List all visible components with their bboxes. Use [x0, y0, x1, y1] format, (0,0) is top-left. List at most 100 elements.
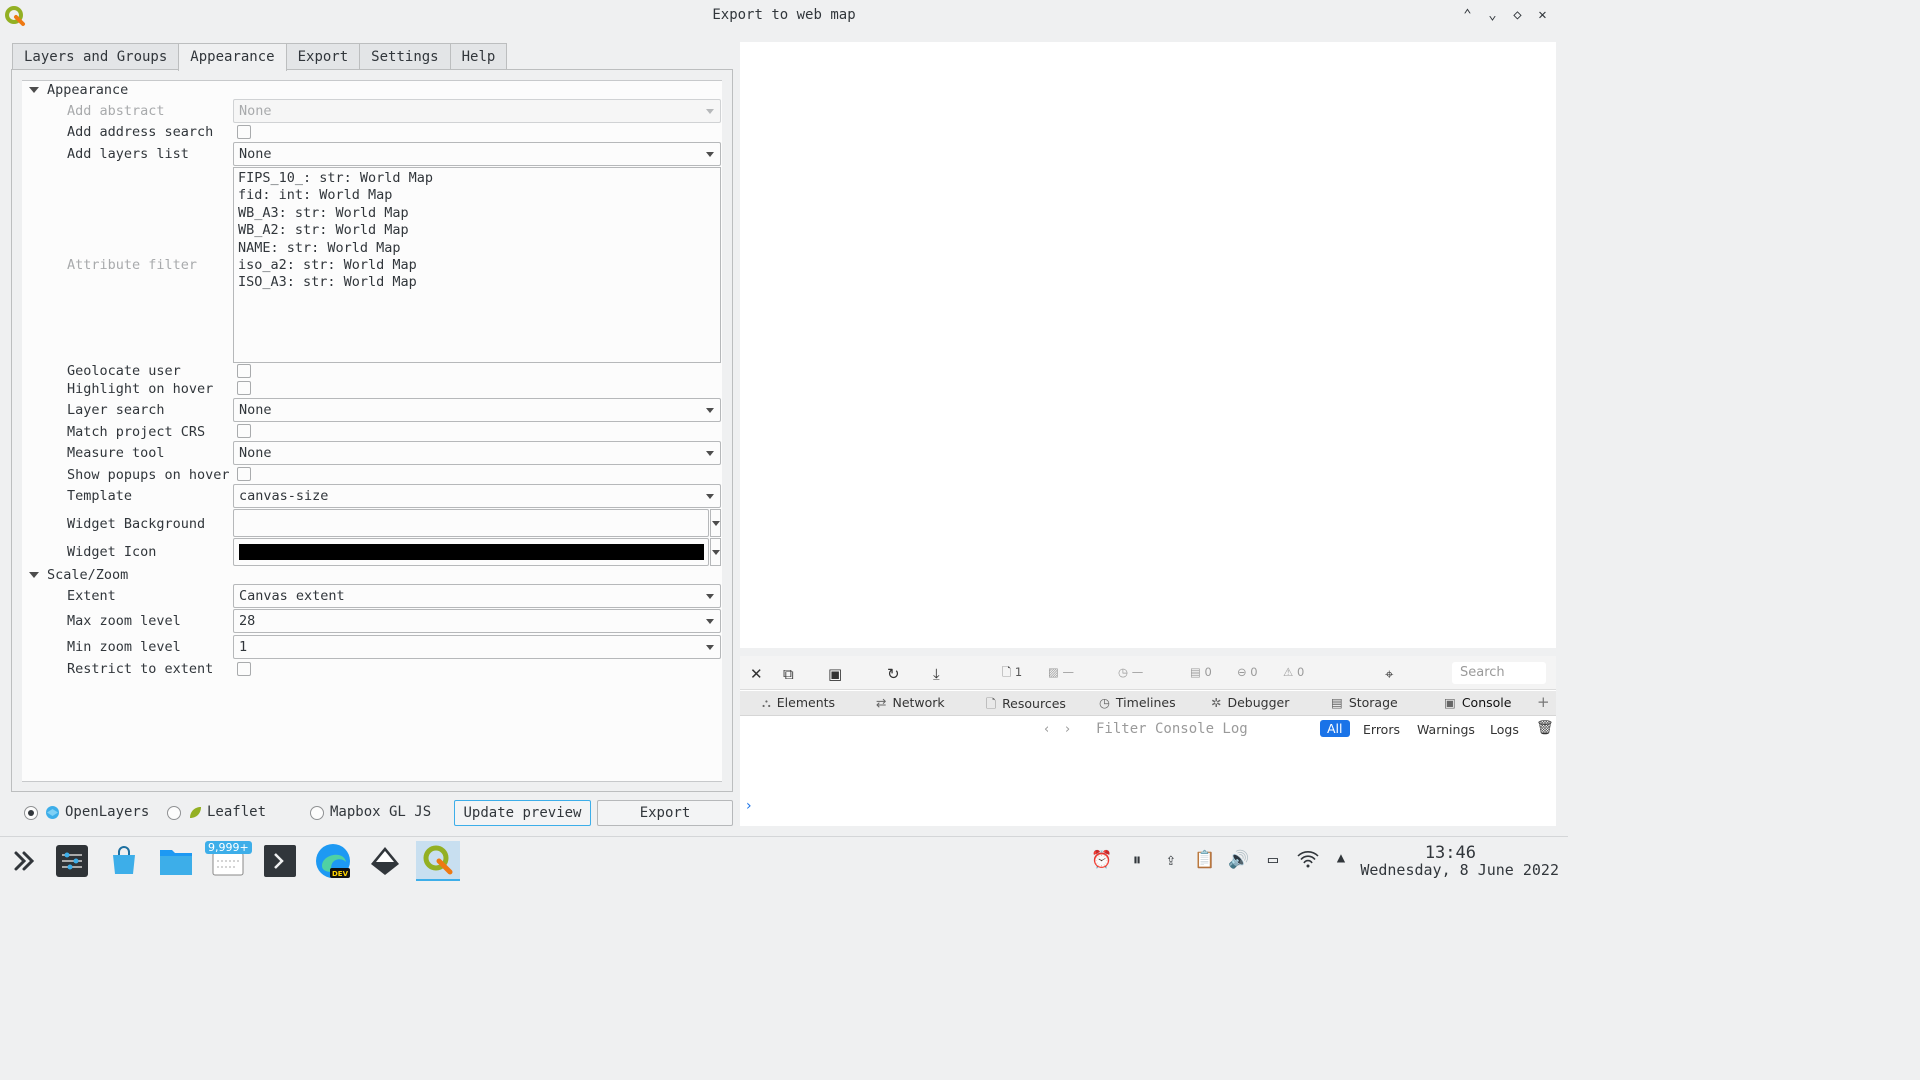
taskbar-qgis[interactable] — [416, 841, 460, 881]
min-zoom-value: 1 — [239, 639, 248, 655]
taskbar-system-settings[interactable] — [50, 841, 94, 881]
list-item[interactable]: FIPS_10_: str: World Map — [238, 170, 716, 187]
list-item[interactable]: iso_a2: str: World Map — [238, 257, 716, 274]
list-item[interactable]: WB_A2: str: World Map — [238, 222, 716, 239]
wifi-icon[interactable] — [1297, 850, 1319, 872]
show-popups-on-hover-checkbox[interactable] — [237, 467, 251, 481]
taskbar-inkscape[interactable] — [363, 841, 407, 881]
tab-storage[interactable]: ▤ Storage — [1331, 695, 1398, 710]
update-preview-button[interactable]: Update preview — [454, 800, 591, 826]
images-count[interactable]: ▨ — — [1048, 665, 1074, 679]
level-warnings[interactable]: Warnings — [1417, 722, 1475, 737]
leaflet-radio[interactable] — [167, 806, 181, 820]
add-layers-list-value: None — [239, 146, 272, 162]
warnings-count[interactable]: ⚠ 0 — [1283, 665, 1304, 679]
list-item[interactable]: ISO_A3: str: World Map — [238, 274, 716, 291]
trash-icon[interactable]: 🗑 — [1536, 720, 1554, 736]
widget-background-color-button[interactable] — [233, 509, 709, 537]
battery-icon[interactable]: ▭ — [1262, 850, 1284, 872]
openlayers-label[interactable]: OpenLayers — [65, 804, 149, 820]
collapse-scale-zoom-icon[interactable] — [29, 572, 39, 578]
taskbar-file-manager[interactable] — [154, 841, 198, 881]
tab-elements[interactable]: ⛬ Elements — [762, 695, 835, 711]
template-select[interactable]: canvas-size — [233, 484, 721, 508]
openlayers-radio[interactable] — [24, 806, 38, 820]
extent-select[interactable]: Canvas extent — [233, 584, 721, 608]
timelines-icon: ◷ — [1099, 695, 1110, 710]
add-address-search-checkbox[interactable] — [237, 125, 251, 139]
tab-resources[interactable]: 🗋 Resources — [986, 695, 1066, 716]
export-button[interactable]: Export — [597, 800, 733, 826]
maximize-button[interactable]: ◇ — [1510, 6, 1525, 24]
updates-icon[interactable]: ⇪ — [1160, 850, 1182, 872]
tab-debugger[interactable]: ✲ Debugger — [1211, 695, 1289, 710]
console-prompt-icon[interactable]: › — [746, 798, 752, 814]
inspector-search[interactable]: Search — [1452, 662, 1546, 684]
console-filter-input[interactable]: Filter Console Log — [1096, 721, 1248, 737]
taskbar-edge-dev[interactable]: DEV — [311, 841, 355, 881]
attribute-filter-list[interactable]: FIPS_10_: str: World Map fid: int: World… — [233, 167, 721, 363]
min-zoom-select[interactable]: 1 — [233, 635, 721, 659]
dock-bottom-icon[interactable]: ▣ — [828, 665, 842, 683]
minimize-button[interactable]: ⌄ — [1485, 6, 1500, 24]
tab-timelines[interactable]: ◷ Timelines — [1099, 695, 1176, 710]
highlight-on-hover-checkbox[interactable] — [237, 381, 251, 395]
crosshair-icon[interactable]: ⌖ — [1385, 665, 1393, 683]
storage-count[interactable]: ▤ 0 — [1190, 665, 1212, 679]
match-project-crs-label: Match project CRS — [67, 424, 206, 440]
reload-icon[interactable]: ↻ — [887, 665, 900, 683]
widget-background-dropdown[interactable] — [710, 509, 721, 537]
tab-appearance[interactable]: Appearance — [178, 43, 287, 71]
list-item[interactable]: WB_A3: str: World Map — [238, 205, 716, 222]
mapbox-label[interactable]: Mapbox GL JS — [330, 804, 431, 820]
collapse-appearance-icon[interactable] — [29, 87, 39, 93]
add-layers-list-select[interactable]: None — [233, 142, 721, 166]
tray-expand-icon[interactable]: ▲ — [1330, 850, 1352, 872]
layer-search-select[interactable]: None — [233, 398, 721, 422]
undock-icon[interactable]: ⧉ — [783, 665, 794, 683]
chevron-right-icon[interactable]: › — [1065, 722, 1070, 737]
restrict-to-extent-checkbox[interactable] — [237, 662, 251, 676]
tab-console[interactable]: ▣ Console — [1444, 695, 1511, 710]
widget-icon-color-button[interactable] — [233, 538, 709, 566]
widget-icon-dropdown[interactable] — [710, 538, 721, 566]
taskbar-discover[interactable] — [102, 841, 146, 881]
level-all[interactable]: All — [1320, 720, 1350, 737]
level-errors[interactable]: Errors — [1363, 722, 1400, 737]
app-launcher[interactable] — [2, 841, 46, 881]
errors-count[interactable]: ⊖ 0 — [1237, 665, 1258, 679]
chevron-left-icon[interactable]: ‹ — [1044, 722, 1049, 737]
settings-app-icon — [56, 845, 88, 877]
volume-icon[interactable]: 🔊 — [1228, 850, 1250, 872]
tab-timelines-label: Timelines — [1115, 695, 1176, 710]
leaflet-label[interactable]: Leaflet — [207, 804, 266, 820]
list-item[interactable]: fid: int: World Map — [238, 187, 716, 204]
tab-settings[interactable]: Settings — [359, 43, 451, 70]
download-icon[interactable]: ⤓ — [933, 665, 940, 683]
media-pause-icon[interactable]: ⏸ — [1126, 850, 1148, 872]
add-tab-icon[interactable]: + — [1537, 693, 1550, 711]
match-project-crs-checkbox[interactable] — [237, 424, 251, 438]
tab-export[interactable]: Export — [285, 43, 361, 70]
clock-time[interactable]: 13:46 — [1425, 843, 1476, 863]
mapbox-radio[interactable] — [310, 806, 324, 820]
map-preview[interactable] — [740, 42, 1556, 648]
load-time[interactable]: ◷ — — [1118, 665, 1143, 679]
taskbar-terminal[interactable] — [258, 841, 302, 881]
clipboard-icon[interactable]: 📋 — [1194, 850, 1216, 872]
taskbar-notifications-app[interactable]: 9,999+ — [205, 841, 252, 881]
tab-layers-and-groups[interactable]: Layers and Groups — [12, 43, 180, 70]
close-icon[interactable]: ✕ — [750, 665, 763, 683]
list-item[interactable]: NAME: str: World Map — [238, 240, 716, 257]
keep-above-button[interactable]: ⌃ — [1460, 6, 1475, 24]
measure-tool-select[interactable]: None — [233, 441, 721, 465]
level-logs[interactable]: Logs — [1490, 722, 1519, 737]
max-zoom-select[interactable]: 28 — [233, 609, 721, 633]
tab-help[interactable]: Help — [449, 43, 508, 70]
alarm-icon[interactable]: ⏰ — [1091, 850, 1113, 872]
clock-date[interactable]: Wednesday, 8 June 2022 — [1360, 861, 1559, 879]
close-button[interactable]: ✕ — [1535, 6, 1550, 24]
resources-count[interactable]: 🗋 1 — [1002, 665, 1022, 684]
tab-network[interactable]: ⇄ Network — [876, 695, 945, 710]
geolocate-user-checkbox[interactable] — [237, 364, 251, 378]
